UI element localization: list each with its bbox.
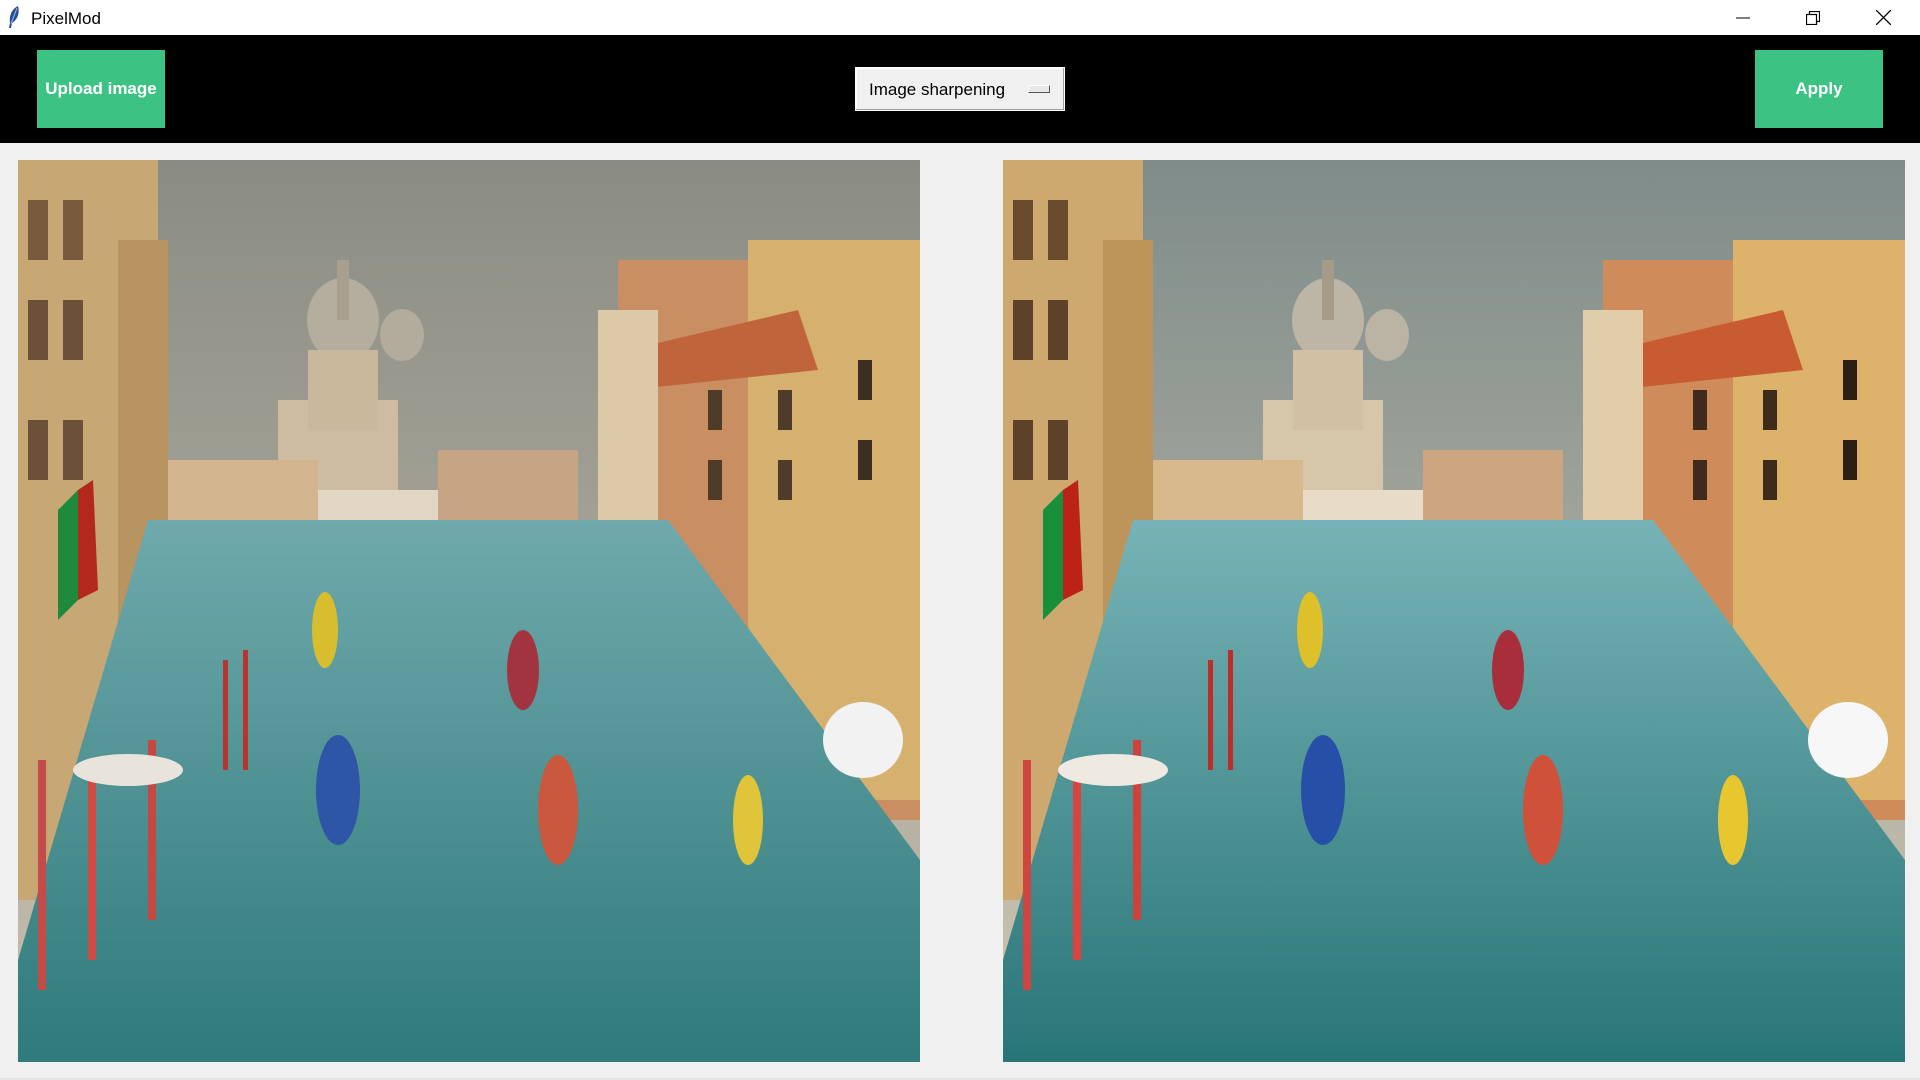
venice-canal-photo <box>18 160 920 1062</box>
original-image-panel <box>18 160 920 1062</box>
restore-button[interactable] <box>1778 0 1848 35</box>
filter-select[interactable]: Image sharpening <box>855 67 1065 111</box>
close-button[interactable] <box>1848 0 1918 35</box>
processed-image-panel <box>1003 160 1905 1062</box>
title-bar: PixelMod <box>0 0 1920 35</box>
window-title: PixelMod <box>31 9 101 28</box>
feather-icon <box>9 6 19 28</box>
restore-icon <box>1806 10 1820 25</box>
minimize-icon <box>1736 17 1750 18</box>
toolbar: Upload image Image sharpening Apply <box>0 35 1920 143</box>
venice-canal-photo-sharpened <box>1003 160 1905 1062</box>
filter-select-value: Image sharpening <box>869 80 1006 99</box>
apply-button[interactable]: Apply <box>1755 50 1883 128</box>
minimize-button[interactable] <box>1708 0 1778 35</box>
close-icon <box>1875 10 1891 25</box>
upload-image-button[interactable]: Upload image <box>37 50 165 128</box>
dropdown-indicator-icon <box>1028 85 1050 93</box>
